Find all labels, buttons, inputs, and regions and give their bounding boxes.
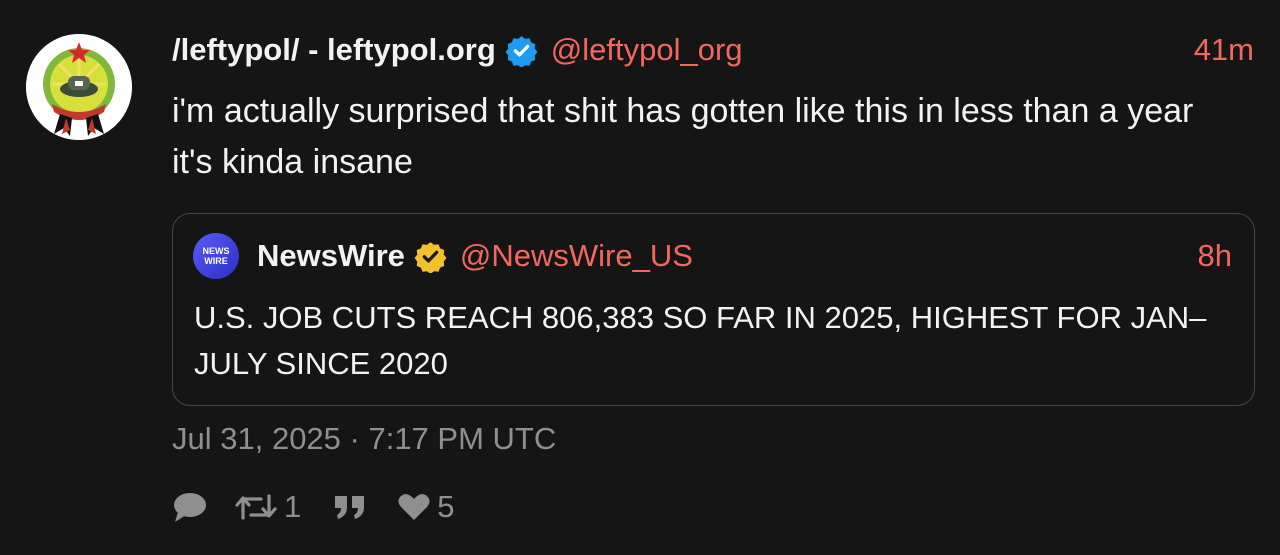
quoted-post-text: U.S. JOB CUTS REACH 806,383 SO FAR IN 20…	[194, 300, 1207, 381]
post-text: i'm actually surprised that shit has got…	[172, 92, 1194, 181]
reply-button[interactable]	[172, 490, 208, 524]
like-count: 5	[437, 489, 455, 524]
author-handle[interactable]: @leftypol_org	[551, 32, 743, 68]
post-timestamp[interactable]: Jul 31, 2025 · 7:17 PM UTC	[172, 421, 556, 457]
quoted-author-display-name[interactable]: NewsWire	[257, 238, 405, 274]
quote-button[interactable]	[333, 493, 367, 521]
quoted-avatar-text-line2: WIRE	[204, 256, 228, 266]
repost-arrows-icon	[235, 494, 277, 520]
author-display-name[interactable]: /leftypol/ - leftypol.org	[172, 32, 496, 68]
quoted-post-card[interactable]: NEWS WIRE NewsWire @NewsWire_US 8h U.S. …	[172, 213, 1255, 406]
like-button[interactable]: 5	[397, 489, 455, 525]
gold-verified-badge-icon	[414, 240, 447, 273]
repost-count: 1	[284, 489, 302, 524]
emblem-avatar-icon	[26, 34, 132, 140]
blue-verified-badge-icon	[505, 34, 538, 67]
quotation-marks-icon	[335, 496, 365, 519]
post-relative-time[interactable]: 41m	[1194, 32, 1254, 68]
repost-button[interactable]: 1	[234, 489, 301, 525]
heart-icon	[398, 494, 430, 520]
post-header: /leftypol/ - leftypol.org @leftypol_org …	[172, 28, 1254, 72]
author-avatar[interactable]	[26, 34, 132, 140]
quoted-avatar-text-line1: NEWS	[202, 246, 230, 256]
post-actions-bar: 1 5	[172, 486, 455, 528]
quoted-author-handle[interactable]: @NewsWire_US	[460, 238, 693, 274]
quoted-author-avatar[interactable]: NEWS WIRE	[193, 233, 239, 279]
quoted-post-header: NEWS WIRE NewsWire @NewsWire_US 8h	[193, 233, 1232, 279]
speech-bubble-icon	[174, 493, 206, 522]
quoted-post-relative-time[interactable]: 8h	[1198, 238, 1232, 274]
